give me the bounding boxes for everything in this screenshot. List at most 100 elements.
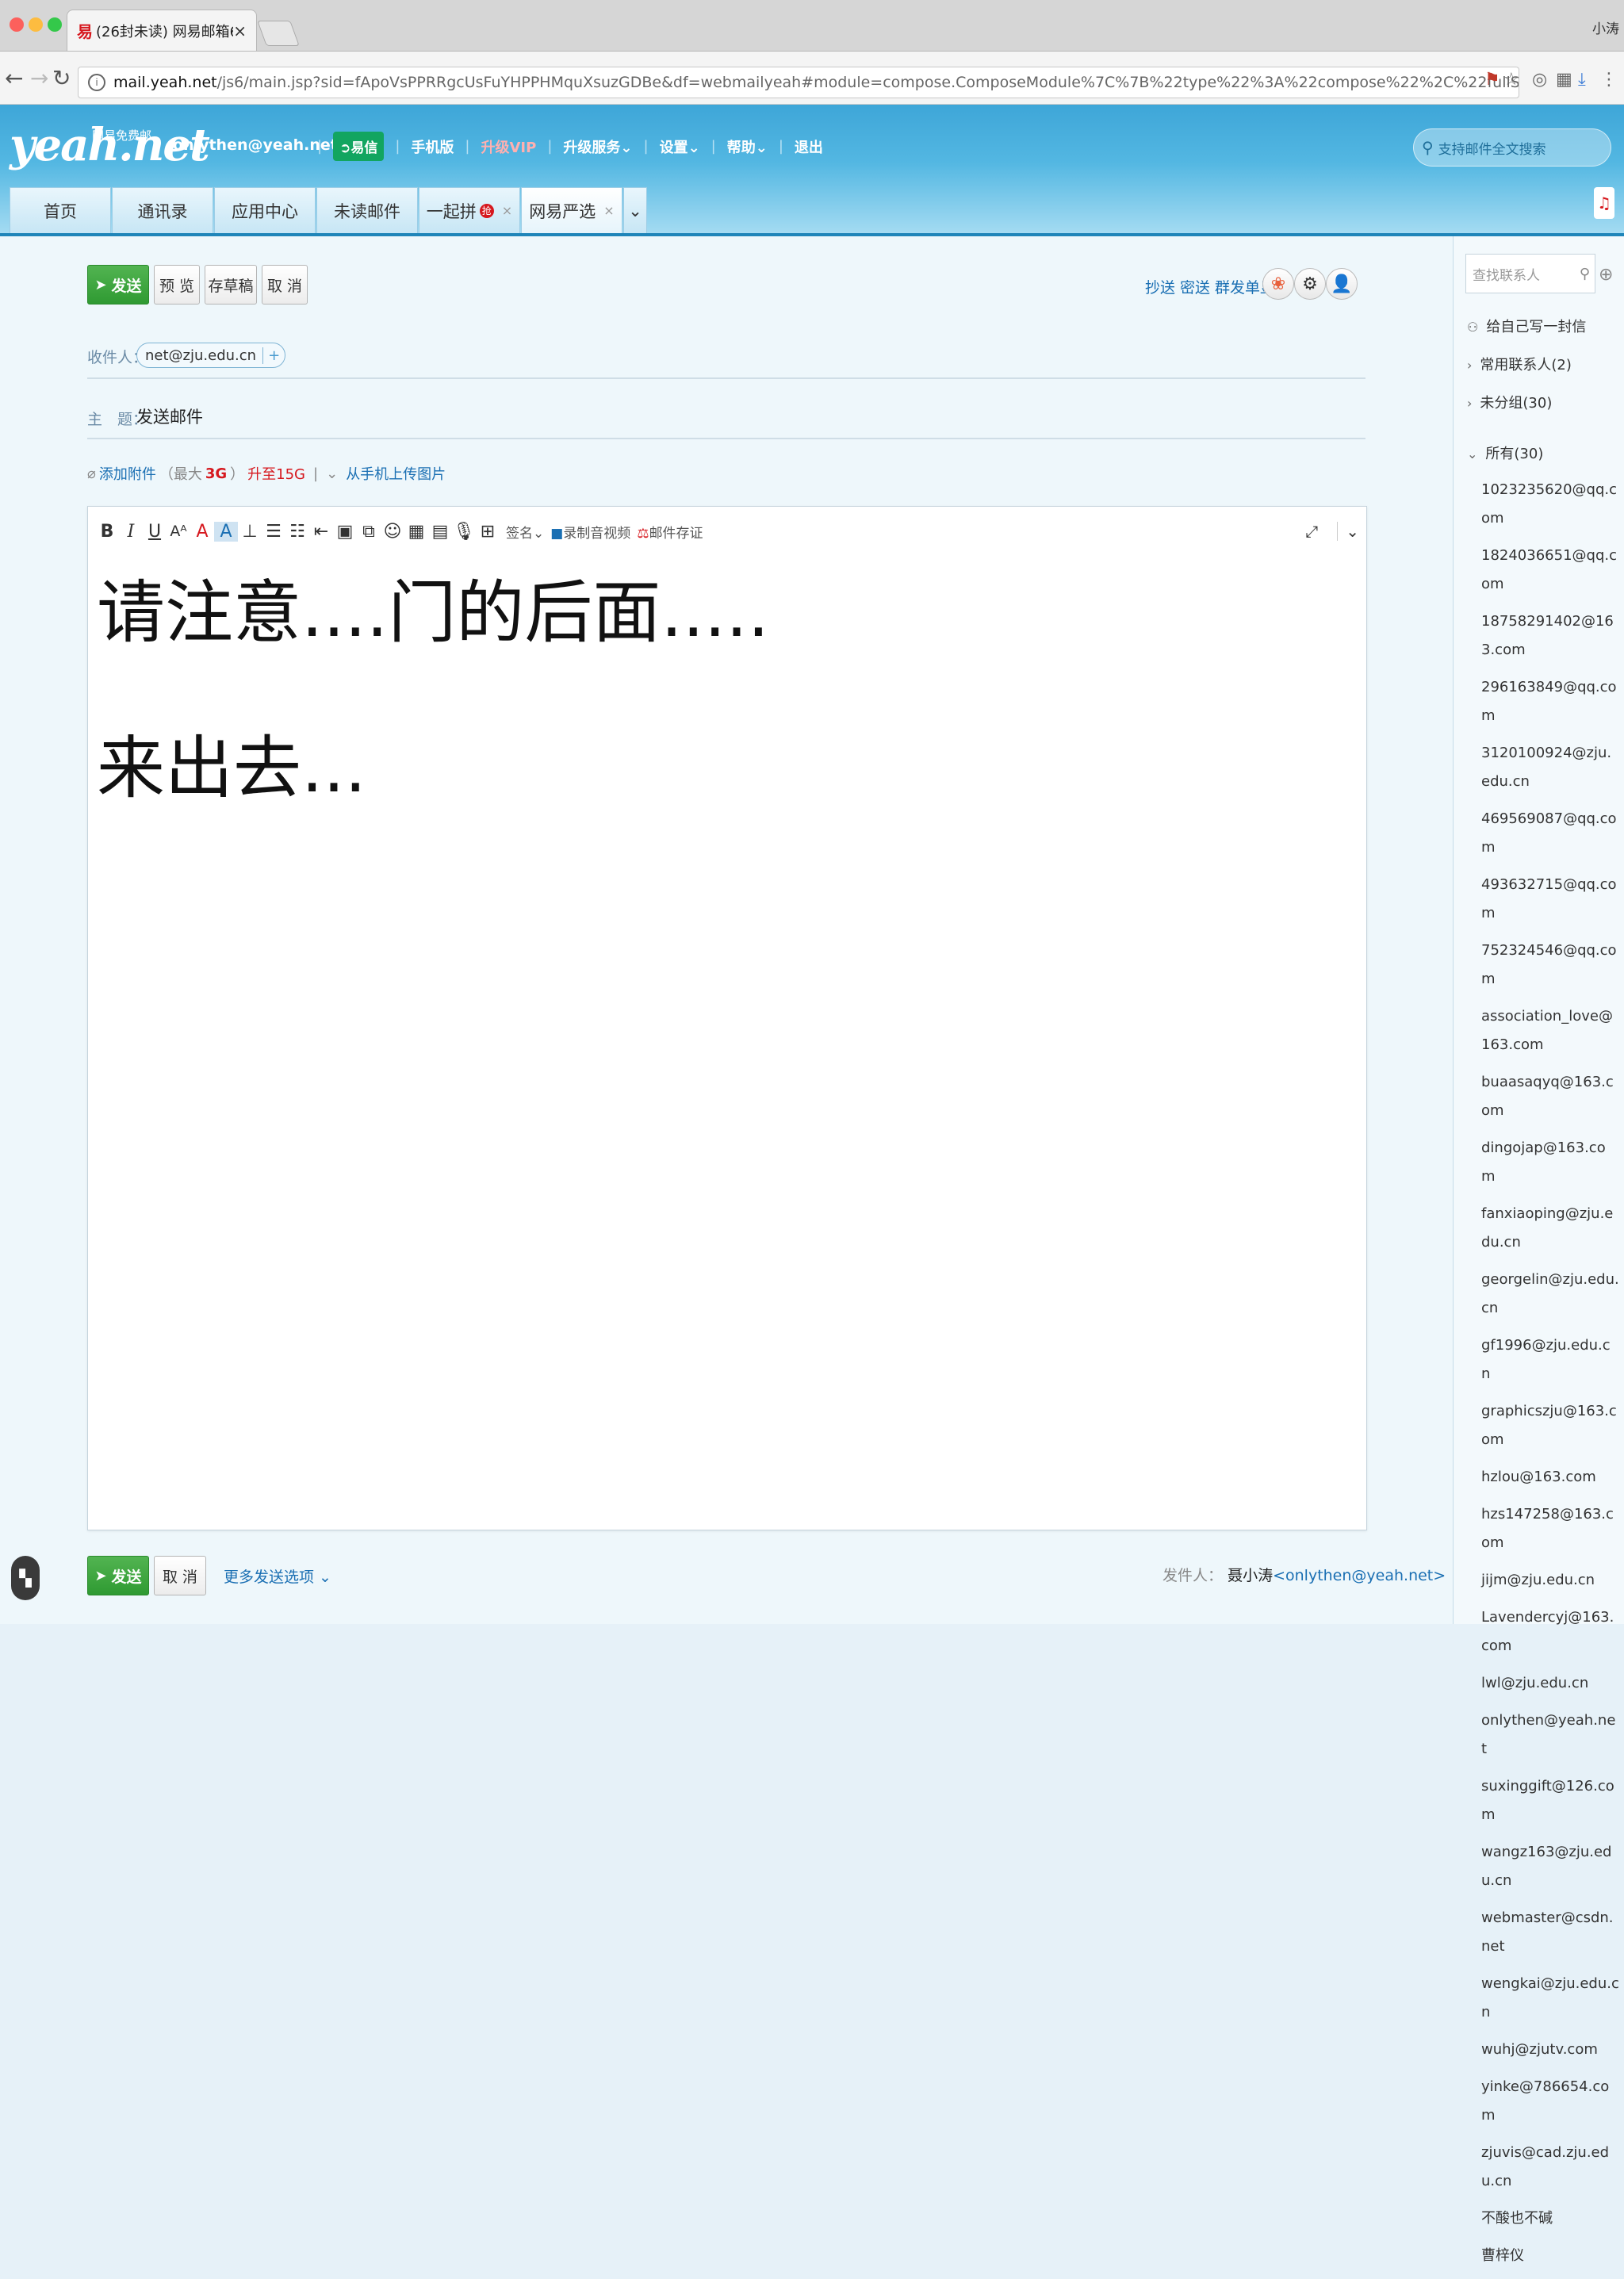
chevron-down-icon[interactable]: ⌄ (326, 465, 338, 482)
list-item[interactable]: 493632715@qq.com (1481, 871, 1619, 928)
window-minimize-button[interactable] (29, 17, 43, 32)
list-item[interactable]: Lavendercyj@163.com (1481, 1603, 1619, 1660)
yixin-button[interactable]: ➲易信 (333, 132, 385, 161)
calendar-icon[interactable]: ▤ (428, 522, 452, 542)
mail-evidence-button[interactable]: ⚖邮件存证 (637, 522, 703, 542)
subject-input[interactable]: 发送邮件 (136, 404, 203, 428)
list-item[interactable]: graphicszju@163.com (1481, 1397, 1619, 1454)
list-item[interactable]: 1023235620@qq.com (1481, 476, 1619, 533)
list-item[interactable]: buaasaqyq@163.com (1481, 1068, 1619, 1125)
list-item[interactable]: lwl@zju.edu.cn (1481, 1669, 1619, 1698)
close-icon[interactable]: × (603, 203, 614, 218)
underline-icon[interactable]: U (143, 522, 167, 542)
bcc-link[interactable]: 密送 (1180, 276, 1210, 297)
image-icon[interactable]: ▣ (333, 522, 357, 542)
cancel-button[interactable]: 取 消 (262, 265, 308, 305)
stationery-flower-icon[interactable]: ❀ (1262, 268, 1294, 300)
bookmark-star-icon[interactable]: ☆ (1503, 70, 1519, 90)
list-item[interactable]: 曹梓仪 (1481, 2242, 1619, 2270)
list-item[interactable]: association_love@163.com (1481, 1002, 1619, 1059)
add-attachment-link[interactable]: 添加附件 (99, 463, 156, 484)
send-button-bottom[interactable]: ➤ 发送 (87, 1556, 149, 1595)
list-icon[interactable]: ☷ (285, 522, 309, 542)
align-icon[interactable]: ☰ (262, 522, 285, 542)
apps-grid-icon[interactable]: ▚ (11, 1556, 40, 1600)
tab-close-icon[interactable]: × (233, 21, 247, 40)
microphone-icon[interactable]: 🎙 (452, 522, 476, 542)
back-arrow-icon[interactable]: ← (5, 65, 23, 91)
list-item[interactable]: hzs147258@163.com (1481, 1500, 1619, 1557)
list-item[interactable]: zjuvis@cad.zju.edu.cn (1481, 2139, 1619, 2196)
list-item[interactable]: 不酸也不碱 (1481, 2204, 1619, 2233)
list-item[interactable]: onlythen@yeah.net (1481, 1706, 1619, 1764)
close-icon[interactable]: × (502, 203, 512, 218)
list-item[interactable]: wangz163@zju.edu.cn (1481, 1838, 1619, 1895)
font-color-icon[interactable]: A (190, 522, 214, 542)
browser-menu-icon[interactable]: ⋮ (1600, 70, 1618, 90)
window-close-button[interactable] (10, 17, 24, 32)
format-brush-icon[interactable]: ⊥ (238, 522, 262, 542)
collapse-toolbar-icon[interactable]: ⌄ (1337, 522, 1359, 541)
list-item[interactable]: yinke@786654.com (1481, 2073, 1619, 2130)
list-item[interactable]: 3120100924@zju.edu.cn (1481, 739, 1619, 796)
gear-icon[interactable]: ⚙ (1294, 268, 1326, 300)
add-recipient-icon[interactable]: + (262, 347, 285, 364)
browser-tab[interactable]: 易 (26封未读) 网易邮箱6.0版 × (67, 10, 257, 51)
list-item[interactable]: wengkai@zju.edu.cn (1481, 1970, 1619, 2027)
add-contact-plus-icon[interactable]: ⊕ (1599, 265, 1613, 285)
group-ungrouped[interactable]: › 未分组(30) (1467, 392, 1552, 412)
list-item[interactable]: gf1996@zju.edu.cn (1481, 1331, 1619, 1388)
font-size-icon[interactable]: Aᴬ (167, 523, 190, 540)
settings-menu[interactable]: 设置⌄ (660, 136, 700, 157)
bold-icon[interactable]: B (95, 522, 119, 542)
music-note-icon[interactable]: ♫ (1594, 187, 1614, 219)
sender-selector[interactable]: 发件人： 聂小涛<onlythen@yeah.net> ⌄ (1162, 1564, 1463, 1585)
tab-unread[interactable]: 未读邮件 (316, 187, 418, 233)
profile-name[interactable]: 小涛 (1592, 17, 1619, 37)
window-zoom-button[interactable] (48, 17, 62, 32)
translate-icon[interactable]: ⊞ (476, 522, 500, 542)
group-frequent[interactable]: › 常用联系人(2) (1467, 354, 1572, 374)
list-item[interactable]: fanxiaoping@zju.edu.cn (1481, 1200, 1619, 1257)
upgrade-service-menu[interactable]: 升级服务⌄ (563, 136, 632, 157)
logout-link[interactable]: 退出 (795, 136, 823, 157)
preview-button[interactable]: 预 览 (154, 265, 200, 305)
list-item[interactable]: hzlou@163.com (1481, 1463, 1619, 1492)
highlight-color-icon[interactable]: A (214, 521, 238, 542)
list-item[interactable]: suxinggift@126.com (1481, 1772, 1619, 1829)
cancel-button-bottom[interactable]: 取 消 (154, 1556, 206, 1595)
save-draft-button[interactable]: 存草稿 (205, 265, 257, 305)
tab-group-buy[interactable]: 一起拼 抢 × (419, 187, 520, 233)
info-icon[interactable]: i (88, 74, 105, 91)
download-icon[interactable]: ⤓ (1578, 70, 1586, 90)
group-all[interactable]: ⌄ 所有(30) (1467, 442, 1543, 463)
to-recipient-chip[interactable]: net@zju.edu.cn + (136, 343, 286, 368)
emoji-icon[interactable]: ☺ (381, 522, 404, 542)
write-to-self-link[interactable]: ⚇ 给自己写一封信 (1467, 316, 1586, 336)
list-item[interactable]: 1824036651@qq.com (1481, 542, 1619, 599)
tab-overflow-button[interactable]: ⌄ (623, 187, 647, 233)
add-contact-icon[interactable]: 👤 (1326, 268, 1358, 300)
message-body[interactable]: 请注意....门的后面..... 来出去... (97, 579, 769, 890)
record-video-button[interactable]: ■录制音视频 (550, 522, 630, 542)
mobile-upload-link[interactable]: 从手机上传图片 (346, 463, 446, 484)
contact-search-input[interactable]: 查找联系人 ⚲ (1465, 254, 1595, 293)
expand-icon[interactable]: ⤢ (1305, 522, 1318, 541)
forward-arrow-icon[interactable]: → (30, 65, 48, 91)
italic-icon[interactable]: I (119, 522, 143, 542)
list-item[interactable]: 296163849@qq.com (1481, 673, 1619, 730)
tab-contacts[interactable]: 通讯录 (112, 187, 213, 233)
upgrade-storage-link[interactable]: 升至15G (247, 463, 305, 484)
cc-link[interactable]: 抄送 (1145, 276, 1175, 297)
list-item[interactable]: jijm@zju.edu.cn (1481, 1566, 1619, 1595)
tab-home[interactable]: 首页 (10, 187, 111, 233)
list-item[interactable]: 18758291402@163.com (1481, 607, 1619, 665)
list-item[interactable]: dingojap@163.com (1481, 1134, 1619, 1191)
list-item[interactable]: 752324546@qq.com (1481, 936, 1619, 994)
help-menu[interactable]: 帮助⌄ (727, 136, 768, 157)
list-item[interactable]: 469569087@qq.com (1481, 805, 1619, 862)
screenshot-icon[interactable]: ⧉ (357, 522, 381, 542)
mail-search-input[interactable]: ⚲ 支持邮件全文搜索 (1413, 128, 1611, 167)
list-item[interactable]: georgelin@zju.edu.cn (1481, 1266, 1619, 1323)
mobile-version-link[interactable]: 手机版 (411, 136, 454, 157)
